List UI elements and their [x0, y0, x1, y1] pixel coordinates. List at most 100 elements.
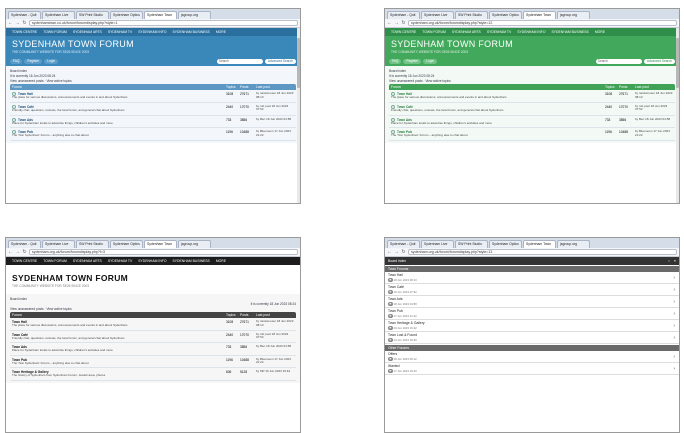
browser-tab[interactable]: Sydenham Live	[421, 11, 454, 19]
last-post[interactable]: by rob pool 18 Jun 2023 07:52	[256, 332, 296, 341]
browser-tab[interactable]: SW Print Studio	[76, 11, 109, 19]
register-button[interactable]: Register	[403, 59, 422, 64]
menu-item[interactable]: MORE	[216, 30, 226, 34]
mobile-title[interactable]: Board index	[388, 259, 406, 263]
menu-item[interactable]: SYDENHAM BUSINESS	[173, 30, 210, 34]
menu-item[interactable]: SYDENHAM TV	[108, 30, 132, 34]
table-row[interactable]: Town Ads Place for Sydenham locals to adv…	[10, 343, 296, 356]
unanswered-link[interactable]: View unanswered posts · View active topi…	[10, 307, 296, 311]
faq-button[interactable]: FAQ	[389, 59, 402, 64]
back-icon[interactable]: ←	[387, 249, 392, 256]
scrollbar-thumb[interactable]	[297, 38, 300, 88]
search-input[interactable]: Search	[216, 59, 263, 64]
list-item[interactable]: Offers ⚑ 18 Jun 2023 06:12 ›	[385, 351, 679, 363]
browser-tab[interactable]: Sydenham Live	[421, 240, 454, 248]
menu-item[interactable]: SYDENHAM TV	[487, 30, 511, 34]
menu-item[interactable]: SYDENHAM INFO	[138, 30, 166, 34]
reload-icon[interactable]: ↻	[22, 20, 27, 27]
menu-item[interactable]: TOWN CENTRE	[12, 259, 37, 263]
menu-item[interactable]: TOWN FORUM	[422, 30, 446, 34]
menu-item[interactable]: SYDENHAM ARTS	[73, 259, 102, 263]
reload-icon[interactable]: ↻	[22, 249, 27, 256]
last-post[interactable]: by Ben 18 Jun 2023 04:58	[256, 117, 296, 126]
last-post[interactable]: by randomuser 18 Jun 2023 08:13	[256, 91, 296, 100]
browser-tab[interactable]: Sydenham - Quit	[8, 240, 41, 248]
last-post[interactable]: by rob pool 18 Jun 2023 07:52	[256, 104, 296, 113]
search-input[interactable]: Search	[595, 59, 642, 64]
browser-tab[interactable]: jsgroup.org	[178, 11, 211, 19]
menu-item[interactable]: SYDENHAM ARTS	[73, 30, 102, 34]
menu-item[interactable]: TOWN CENTRE	[391, 30, 416, 34]
table-row[interactable]: Town Ads Place for Sydenham locals to adv…	[389, 116, 675, 129]
login-button[interactable]: Login	[44, 59, 59, 64]
browser-tab[interactable]: jsgroup.org	[557, 11, 590, 19]
table-row[interactable]: Town Café Friendly chat, questions, revie…	[389, 103, 675, 116]
menu-item[interactable]: SYDENHAM TV	[108, 259, 132, 263]
menu-item[interactable]: TOWN FORUM	[43, 259, 67, 263]
last-post[interactable]: by rob pool 18 Jun 2023 07:52	[635, 104, 675, 113]
table-row[interactable]: Town Heritage & Gallery The history of Sy…	[10, 368, 296, 381]
list-item[interactable]: Town Ads ⚑ 18 Jun 2023 04:58 ›	[385, 296, 679, 308]
table-row[interactable]: Town Pub The 'Non Sydenham' Forum – anyth…	[389, 128, 675, 141]
list-item[interactable]: Town Lost & Found ⚑ 14 Jun 2023 18:30 ›	[385, 332, 679, 344]
forward-icon[interactable]: →	[15, 20, 20, 27]
forward-icon[interactable]: →	[394, 20, 399, 27]
scrollbar[interactable]	[297, 28, 300, 203]
table-row[interactable]: Town Ads Place for Sydenham locals to adv…	[10, 116, 296, 129]
menu-item[interactable]: MORE	[595, 30, 605, 34]
url-field[interactable]: sydenham.org.uk/forum/forumdisplay.php?s…	[408, 20, 677, 26]
table-row[interactable]: Town Hall The place for serious discussio…	[389, 90, 675, 103]
search-icon[interactable]: ⌕	[668, 259, 670, 263]
list-item[interactable]: Town Café ⚑ 18 Jun 2023 07:52 ›	[385, 284, 679, 296]
scrollbar-thumb[interactable]	[676, 38, 679, 88]
browser-tab[interactable]: Sydenham - Quit	[8, 11, 41, 19]
browser-tab[interactable]: Sydenham Live	[42, 11, 75, 19]
last-post[interactable]: by Bluemoon 17 Jun 2023 21:22	[256, 357, 296, 366]
list-item[interactable]: Town Heritage & Gallery ⚑ 16 Jun 2023 15:4…	[385, 320, 679, 332]
browser-tab[interactable]: jsgroup.org	[178, 240, 211, 248]
forward-icon[interactable]: →	[15, 249, 20, 256]
browser-tab[interactable]: Sydenham Optics	[489, 11, 522, 19]
menu-item[interactable]: SYDENHAM BUSINESS	[173, 259, 210, 263]
reload-icon[interactable]: ↻	[401, 249, 406, 256]
back-icon[interactable]: ←	[8, 20, 13, 27]
browser-tab-active[interactable]: Sydenham Town	[144, 11, 177, 19]
table-row[interactable]: Town Pub The 'Non Sydenham' Forum – anyth…	[10, 128, 296, 141]
login-button[interactable]: Login	[423, 59, 438, 64]
table-row[interactable]: Town Pub The 'Non Sydenham' Forum – anyth…	[10, 356, 296, 369]
menu-item[interactable]: SYDENHAM BUSINESS	[552, 30, 589, 34]
faq-button[interactable]: FAQ	[10, 59, 23, 64]
last-post[interactable]: by Bluemoon 17 Jun 2023 21:22	[635, 130, 675, 138]
browser-tab[interactable]: SW Print Studio	[76, 240, 109, 248]
last-post[interactable]: by Bluemoon 17 Jun 2023 21:22	[256, 130, 296, 138]
board-index-link[interactable]: Board index	[389, 69, 675, 73]
last-post[interactable]: by Ben 18 Jun 2023 04:58	[256, 344, 296, 353]
browser-tab-active[interactable]: Sydenham Town	[144, 240, 177, 248]
back-icon[interactable]: ←	[387, 20, 392, 27]
url-field[interactable]: sydenham.org.uk/forum/forumdisplay.php?s…	[408, 249, 677, 255]
browser-tab[interactable]: SW Print Studio	[455, 11, 488, 19]
table-row[interactable]: Town Café Friendly chat, questions, revie…	[10, 331, 296, 344]
browser-tab[interactable]: Sydenham - Quit	[387, 240, 420, 248]
list-item[interactable]: Wanted ⚑ 17 Jun 2023 19:40 ›	[385, 363, 679, 375]
menu-item[interactable]: MORE	[216, 259, 226, 263]
last-post[interactable]: by randomuser 18 Jun 2023 08:13	[256, 319, 296, 328]
table-row[interactable]: Town Café Friendly chat, questions, revie…	[10, 103, 296, 116]
table-row[interactable]: Town Hall The place for serious discussio…	[10, 318, 296, 331]
browser-tab[interactable]: SW Print Studio	[455, 240, 488, 248]
scrollbar[interactable]	[676, 28, 679, 203]
advanced-search-button[interactable]: Advanced Search	[264, 59, 296, 64]
unanswered-link[interactable]: View unanswered posts · View active topi…	[389, 79, 675, 83]
advanced-search-button[interactable]: Advanced Search	[643, 59, 675, 64]
browser-tab-active[interactable]: Sydenham Town	[523, 11, 556, 19]
browser-tab[interactable]: Sydenham Live	[42, 240, 75, 248]
register-button[interactable]: Register	[24, 59, 43, 64]
menu-item[interactable]: SYDENHAM ARTS	[452, 30, 481, 34]
forward-icon[interactable]: →	[394, 249, 399, 256]
menu-item[interactable]: TOWN CENTRE	[12, 30, 37, 34]
last-post[interactable]: by MP 16 Jun 2023 15:42	[256, 370, 296, 378]
list-item[interactable]: Town Pub ⚑ 17 Jun 2023 21:22 ›	[385, 308, 679, 320]
back-icon[interactable]: ←	[8, 249, 13, 256]
board-index-link[interactable]: Board index	[10, 69, 296, 73]
browser-tab[interactable]: jsgroup.org	[557, 240, 590, 248]
